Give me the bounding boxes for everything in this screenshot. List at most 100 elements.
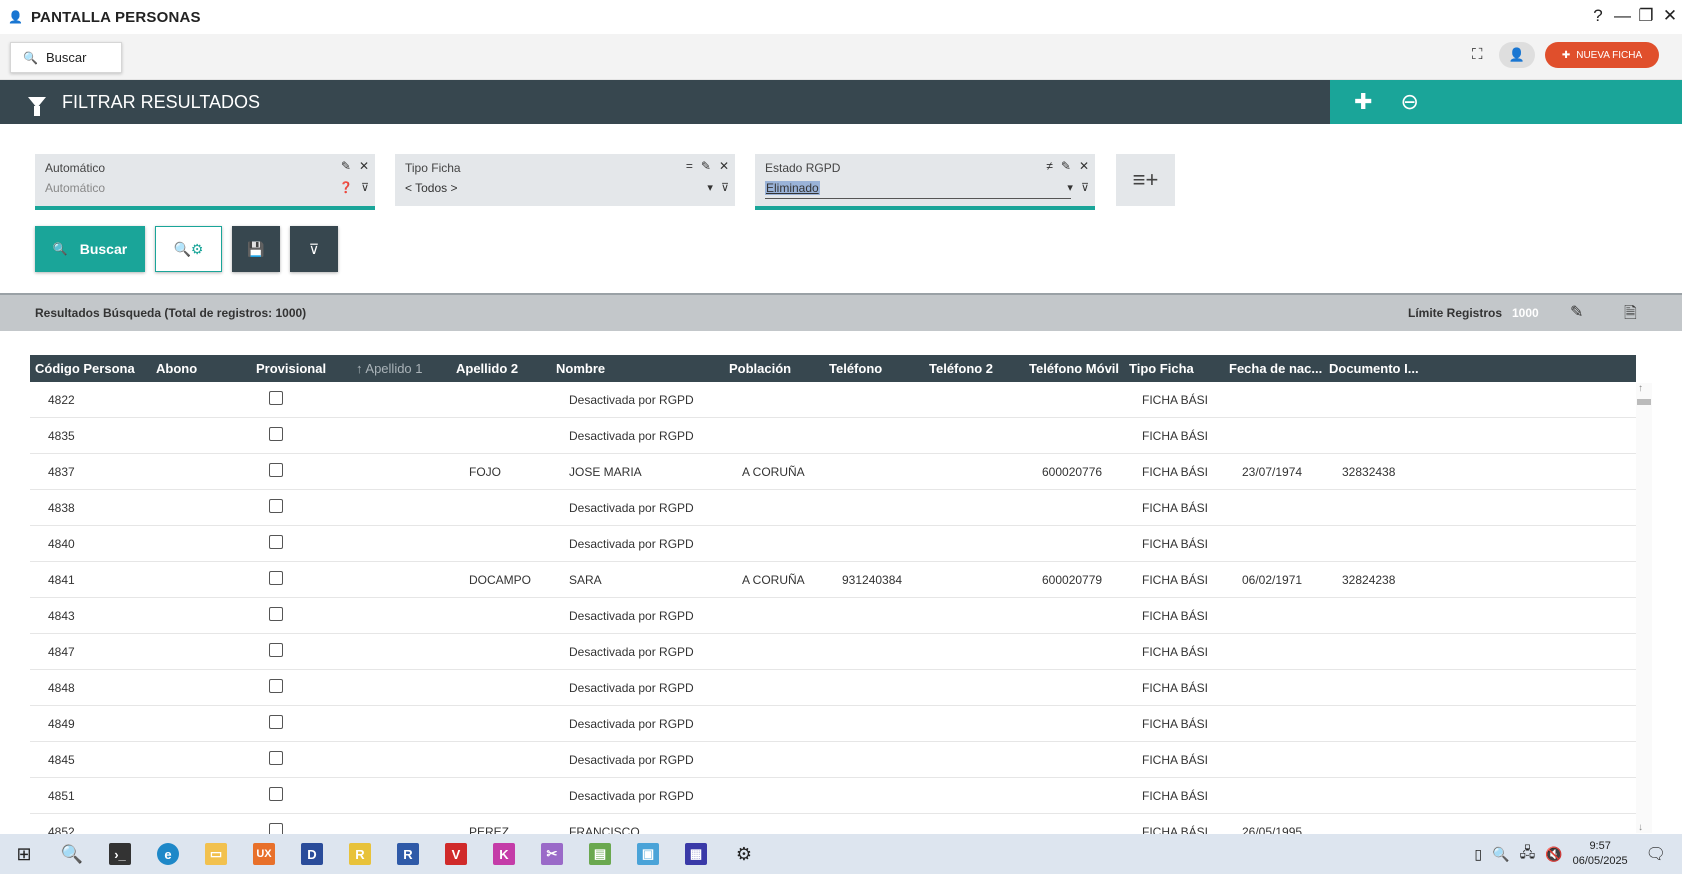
buscar-button[interactable]: 🔍 Buscar — [35, 226, 145, 272]
edit-icon[interactable]: ✎ — [1061, 159, 1071, 173]
table-row[interactable]: 4837 FOJO JOSE MARIA A CORUÑA 600020776 FICHA… — [30, 454, 1636, 490]
provisional-checkbox[interactable] — [269, 571, 283, 585]
col-tipo-ficha[interactable]: Tipo Ficha — [1124, 361, 1224, 376]
provisional-checkbox[interactable] — [269, 463, 283, 477]
taskbar-search[interactable]: 🔍 — [48, 834, 96, 874]
taskbar-app-chart[interactable]: ▤ — [576, 834, 624, 874]
add-filter-button[interactable]: ≡+ — [1116, 154, 1175, 206]
edit-icon[interactable]: ✎ — [341, 159, 351, 173]
network-icon[interactable]: 🖧 — [1520, 842, 1536, 866]
minimize-button[interactable]: — — [1614, 6, 1631, 26]
help-circle-icon[interactable]: ❓ — [339, 181, 353, 194]
col-abono[interactable]: Abono — [151, 361, 251, 376]
col-apellido2[interactable]: Apellido 2 — [451, 361, 551, 376]
table-row[interactable]: 4835 Desactivada por RGPD FICHA BÁSI — [30, 418, 1636, 454]
scan-icon[interactable]: ⛶ — [1472, 46, 1483, 63]
provisional-checkbox[interactable] — [269, 787, 283, 801]
clear-filter-icon[interactable]: ⊽ — [721, 181, 729, 194]
scroll-up-icon[interactable]: ↑ — [1638, 383, 1643, 394]
col-documento[interactable]: Documento I... — [1324, 361, 1536, 376]
start-button[interactable]: ⊞ — [0, 834, 48, 874]
taskbar-app-ux[interactable]: UX — [240, 834, 288, 874]
table-row[interactable]: 4838 Desactivada por RGPD FICHA BÁSI — [30, 490, 1636, 526]
scroll-thumb[interactable] — [1637, 399, 1651, 405]
user-menu-button[interactable]: 👤 — [1499, 42, 1535, 68]
taskbar-edge[interactable]: e — [144, 834, 192, 874]
limit-value[interactable]: 1000 — [1512, 306, 1539, 320]
provisional-checkbox[interactable] — [269, 751, 283, 765]
taskbar-explorer[interactable]: ▭ — [192, 834, 240, 874]
ux-app-icon: UX — [253, 843, 275, 865]
taskbar-app-cube[interactable]: ▦ — [672, 834, 720, 874]
taskbar-app-tools[interactable]: ✂ — [528, 834, 576, 874]
taskbar-app-k[interactable]: K — [480, 834, 528, 874]
dropdown-icon[interactable]: ▾ — [707, 181, 713, 194]
advanced-search-button[interactable]: 🔍⚙ — [155, 226, 222, 272]
provisional-checkbox[interactable] — [269, 391, 283, 405]
table-row[interactable]: 4849 Desactivada por RGPD FICHA BÁSI — [30, 706, 1636, 742]
table-row[interactable]: 4822 Desactivada por RGPD FICHA BÁSI — [30, 382, 1636, 418]
edit-columns-icon[interactable]: ✎ — [1570, 302, 1583, 322]
close-button[interactable]: ✕ — [1662, 6, 1678, 26]
notifications-icon[interactable]: 🗨 — [1646, 844, 1666, 864]
magnifier-icon[interactable]: 🔍 — [1492, 846, 1509, 863]
filter-estado-rgpd[interactable]: Estado RGPD Eliminado ≠ ✎ ✕ ▾ ⊽ — [755, 154, 1095, 210]
not-equal-icon[interactable]: ≠ — [1046, 159, 1053, 173]
help-icon[interactable]: ? — [1590, 6, 1606, 26]
export-file-icon[interactable]: 🗎 — [1624, 302, 1637, 329]
usb-icon[interactable]: ▯ — [1474, 846, 1482, 863]
taskbar-terminal[interactable]: ›_ — [96, 834, 144, 874]
table-row[interactable]: 4841 DOCAMPO SARA A CORUÑA 931240384 60002077… — [30, 562, 1636, 598]
taskbar-app-d[interactable]: D — [288, 834, 336, 874]
taskbar-app-v[interactable]: V — [432, 834, 480, 874]
provisional-checkbox[interactable] — [269, 643, 283, 657]
col-telefono-movil[interactable]: Teléfono Móvil — [1024, 361, 1124, 376]
filter-tipo-ficha[interactable]: Tipo Ficha < Todos > = ✎ ✕ ▾ ⊽ — [395, 154, 735, 206]
table-row[interactable]: 4847 Desactivada por RGPD FICHA BÁSI — [30, 634, 1636, 670]
col-poblacion[interactable]: Población — [724, 361, 824, 376]
taskbar-app-r-yellow[interactable]: R — [336, 834, 384, 874]
clock[interactable]: 9:57 06/05/2025 — [1573, 839, 1628, 869]
col-codigo[interactable]: Código Persona — [30, 361, 151, 376]
filter-value[interactable]: Eliminado — [765, 181, 820, 195]
col-provisional[interactable]: Provisional — [251, 361, 351, 376]
close-icon[interactable]: ✕ — [719, 159, 729, 173]
dropdown-icon[interactable]: ▾ — [1067, 181, 1073, 194]
provisional-checkbox[interactable] — [269, 715, 283, 729]
close-icon[interactable]: ✕ — [359, 159, 369, 173]
scroll-down-icon[interactable]: ↓ — [1638, 822, 1643, 833]
table-row[interactable]: 4840 Desactivada por RGPD FICHA BÁSI — [30, 526, 1636, 562]
col-nombre[interactable]: Nombre — [551, 361, 724, 376]
provisional-checkbox[interactable] — [269, 679, 283, 693]
close-icon[interactable]: ✕ — [1079, 159, 1089, 173]
col-apellido1[interactable]: ↑ Apellido 1 — [351, 361, 451, 376]
taskbar-app-screen[interactable]: ▣ — [624, 834, 672, 874]
filter-automatico[interactable]: Automático Automático ✎ ✕ ❓ ⊽ — [35, 154, 375, 210]
add-person-icon[interactable]: ✚ — [1354, 89, 1372, 115]
clear-filter-icon[interactable]: ⊽ — [361, 181, 369, 194]
edit-icon[interactable]: ✎ — [701, 159, 711, 173]
provisional-checkbox[interactable] — [269, 427, 283, 441]
table-row[interactable]: 4851 Desactivada por RGPD FICHA BÁSI — [30, 778, 1636, 814]
col-telefono[interactable]: Teléfono — [824, 361, 924, 376]
provisional-checkbox[interactable] — [269, 499, 283, 513]
table-row[interactable]: 4845 Desactivada por RGPD FICHA BÁSI — [30, 742, 1636, 778]
restore-button[interactable]: ❐ — [1638, 6, 1654, 26]
taskbar-app-r-blue[interactable]: R — [384, 834, 432, 874]
grid-scrollbar[interactable]: ↑ ↓ — [1636, 383, 1652, 833]
clear-filters-button[interactable]: ⊽ — [290, 226, 338, 272]
col-fecha-nac[interactable]: Fecha de nac... — [1224, 361, 1324, 376]
provisional-checkbox[interactable] — [269, 535, 283, 549]
save-filter-button[interactable]: 💾 — [232, 226, 280, 272]
table-row[interactable]: 4848 Desactivada por RGPD FICHA BÁSI — [30, 670, 1636, 706]
nueva-ficha-button[interactable]: ✚ NUEVA FICHA — [1545, 42, 1659, 68]
col-telefono2[interactable]: Teléfono 2 — [924, 361, 1024, 376]
table-row[interactable]: 4843 Desactivada por RGPD FICHA BÁSI — [30, 598, 1636, 634]
clear-filter-icon[interactable]: ⊽ — [1081, 181, 1089, 194]
remove-person-icon[interactable]: ⊖ — [1400, 89, 1418, 115]
taskbar-settings[interactable]: ⚙ — [720, 834, 768, 874]
top-search-button[interactable]: 🔍 Buscar — [10, 42, 122, 73]
volume-muted-icon[interactable]: 🔇 — [1545, 846, 1562, 863]
provisional-checkbox[interactable] — [269, 607, 283, 621]
equals-icon[interactable]: = — [686, 159, 693, 173]
